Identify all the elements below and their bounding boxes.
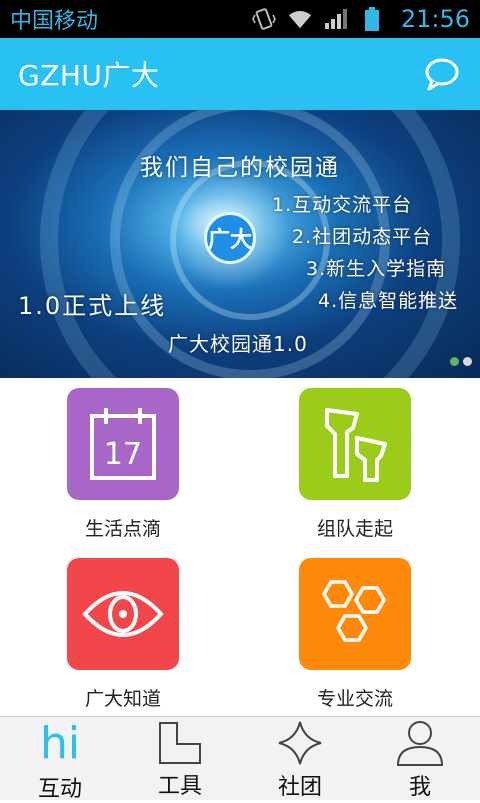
vibrate-icon	[251, 6, 277, 32]
tile-label: 专业交流	[316, 688, 393, 710]
tile-label: 生活点滴	[84, 518, 161, 540]
nav-label: 工具	[157, 774, 202, 799]
message-bubble-icon[interactable]	[422, 54, 462, 94]
nav-item-me[interactable]: 我	[360, 717, 480, 800]
banner-launch-text: 1.0正式上线	[18, 292, 167, 320]
pager-dot-active	[450, 357, 459, 366]
status-bar: 中国移动 21:56	[0, 0, 480, 38]
nav-label: 社团	[277, 775, 322, 800]
nav-label: 互动	[37, 777, 82, 802]
star-icon	[276, 719, 324, 767]
nav-item-tools[interactable]: 工具	[120, 717, 240, 800]
promo-banner[interactable]: 我们自己的校园通 广大 1.互动交流平台 2.社团动态平台 3.新生入学指南 4…	[0, 110, 480, 378]
banner-feature: 1.互动交流平台	[272, 194, 413, 216]
status-time: 21:56	[400, 5, 470, 33]
hi-icon: hi	[40, 719, 80, 769]
calendar-day-text: 17	[104, 437, 142, 472]
tool-icon	[157, 719, 203, 766]
status-icons: 21:56	[251, 5, 470, 33]
tile-gzhu-knows[interactable]: 广大知道	[8, 558, 238, 711]
banner-feature: 2.社团动态平台	[292, 226, 433, 248]
nav-label: 我	[408, 775, 431, 800]
signal-icon	[323, 6, 349, 32]
app-title: GZHU广大	[18, 59, 160, 92]
carrier-name: 中国移动	[10, 9, 99, 34]
battery-icon	[359, 6, 385, 32]
tile-label: 组队走起	[316, 518, 393, 540]
eye-icon[interactable]	[67, 558, 179, 670]
nav-item-interact[interactable]: hi 互动	[0, 717, 120, 803]
pager-dot	[463, 357, 472, 366]
tile-life-moments[interactable]: 17 生活点滴	[8, 388, 238, 541]
tile-label: 广大知道	[84, 688, 161, 710]
calendar-icon[interactable]: 17	[67, 388, 179, 500]
person-icon	[395, 719, 445, 767]
banner-pager	[450, 357, 472, 366]
nav-item-clubs[interactable]: 社团	[240, 717, 360, 800]
tile-major-exchange[interactable]: 专业交流	[240, 558, 470, 711]
banner-version-text: 广大校园通1.0	[168, 332, 308, 356]
hexagons-icon[interactable]	[299, 558, 411, 670]
banner-feature: 4.信息智能推送	[318, 290, 459, 312]
banner-headline: 我们自己的校园通	[140, 155, 340, 181]
wifi-icon	[287, 6, 313, 32]
hi-icon-text: hi	[39, 718, 81, 769]
bottom-nav: hi 互动 工具 社团 我	[0, 716, 480, 803]
tile-team-up[interactable]: 组队走起	[240, 388, 470, 541]
team-icon[interactable]	[299, 388, 411, 500]
app-bar: GZHU广大	[0, 38, 480, 110]
feature-grid: 17 生活点滴 组队走起 广大知道 专业交流	[0, 378, 480, 716]
school-logo: 广大	[204, 212, 256, 264]
banner-feature: 3.新生入学指南	[306, 258, 447, 280]
